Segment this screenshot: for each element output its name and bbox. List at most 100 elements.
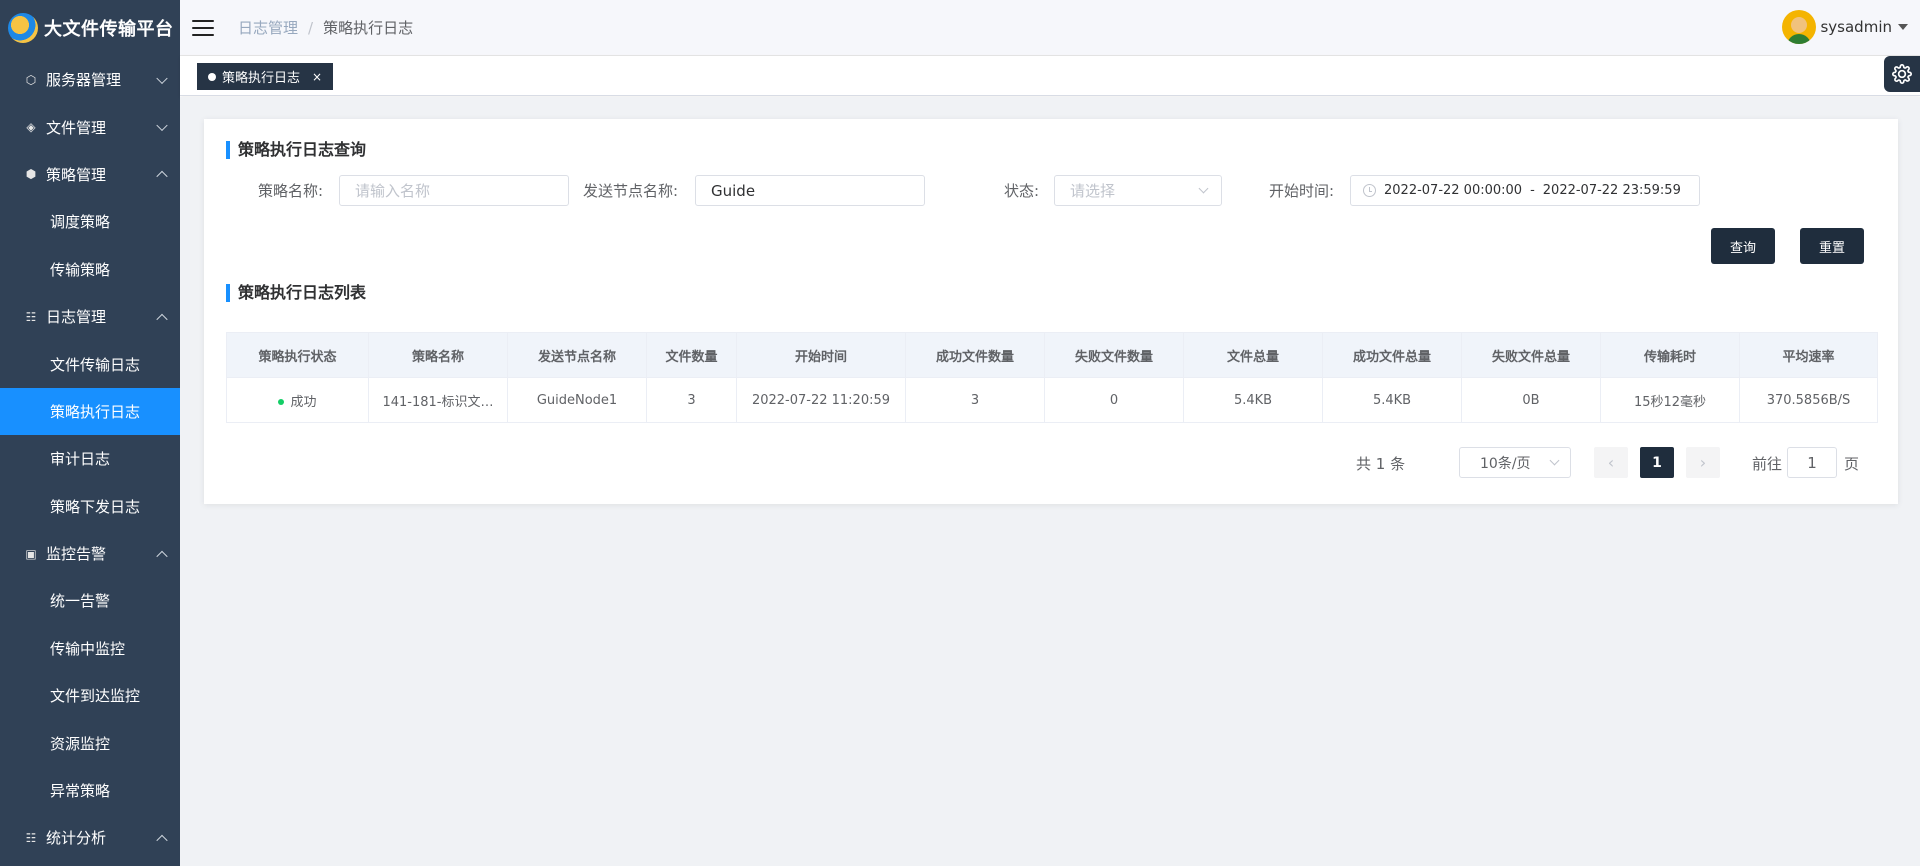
column-header: 策略名称 [368,332,508,378]
column-header: 失败文件总量 [1461,332,1601,378]
sidebar: 大文件传输平台 ⬡ 服务器管理 ◈ 文件管理 ⬢ 策略管理 调度策略传输策略 ☷ 日志管理 文件传… [0,0,180,866]
table-cell: 5.4KB [1183,377,1323,423]
status-select-value: 请选择 [1070,182,1116,200]
gear-icon [1892,64,1912,84]
page-size-select[interactable]: 10条/页 [1459,447,1571,478]
hamburger-icon[interactable] [192,19,214,36]
layers-icon: ◈ [26,120,36,135]
sidebar-item-7[interactable]: 策略执行日志 [0,387,180,436]
sidebar-item-14[interactable]: 资源监控 [0,719,180,766]
tags-view: 策略执行日志 × [180,56,1920,96]
policy-name-input[interactable]: 请输入名称 [339,175,569,206]
sidebar-item-8[interactable]: 审计日志 [0,435,180,482]
sidebar-item-6[interactable]: 文件传输日志 [0,340,180,387]
column-header: 失败文件数量 [1044,332,1184,378]
settings-button[interactable] [1884,56,1920,92]
table-cell: 5.4KB [1322,377,1462,423]
sidebar-item-11[interactable]: 统一告警 [0,577,180,624]
chevron-up-icon [156,550,168,562]
close-icon[interactable]: × [312,70,322,84]
sidebar-item-label: 服务器管理 [46,71,122,90]
table-cell: 0B [1461,377,1601,423]
sidebar-item-label: 统计分析 [46,829,107,848]
table-cell: 0 [1044,377,1184,423]
node-name-input[interactable]: Guide [695,175,925,206]
chevron-down-icon [156,72,168,84]
page-suffix: 页 [1844,455,1860,473]
strategy-icon: ⬢ [25,167,37,182]
start-time-range-picker[interactable]: 2022-07-22 00:00:00 - 2022-07-22 23:59:5… [1350,175,1700,206]
start-time-from: 2022-07-22 00:00:00 [1384,183,1523,198]
sidebar-item-4[interactable]: 传输策略 [0,246,180,293]
table-cell: 15秒12毫秒 [1600,377,1740,423]
content-card: 策略执行日志查询 策略名称: 请输入名称 发送节点名称: Guide 状态: 请… [204,119,1898,504]
tag-strategy-exec-log[interactable]: 策略执行日志 × [197,63,334,90]
sidebar-item-12[interactable]: 传输中监控 [0,625,180,672]
page-number-current[interactable]: 1 [1640,447,1674,478]
sidebar-item-label: 日志管理 [46,308,107,327]
sidebar-item-label: 异常策略 [50,782,111,801]
sidebar-item-label: 策略执行日志 [50,402,141,421]
username[interactable]: sysadmin [1820,18,1892,36]
goto-page-input[interactable]: 1 [1787,447,1837,478]
sidebar-item-label: 传输策略 [50,260,111,279]
sidebar-item-0[interactable]: ⬡ 服务器管理 [0,56,180,103]
chevron-down-icon [1198,183,1209,194]
table-header-row: 策略执行状态 策略名称 发送节点名称 文件数量 开始时间 成功文件数量 失败文件数量 文件总量… [226,332,1878,378]
sidebar-item-label: 监控告警 [46,545,107,564]
status-select[interactable]: 请选择 [1054,175,1222,206]
table-cell: 370.5856B/S [1739,377,1878,423]
sidebar-menu: ⬡ 服务器管理 ◈ 文件管理 ⬢ 策略管理 调度策略传输策略 ☷ 日志管理 文件传输日志策略执行日… [0,56,180,862]
status-label: 状态: [1004,182,1040,200]
sidebar-item-label: 传输中监控 [50,639,126,658]
sidebar-item-label: 资源监控 [50,734,111,753]
table-cell: 2022-07-22 11:20:59 [736,377,906,423]
next-page-button[interactable]: › [1686,447,1720,478]
navbar: 日志管理 / 策略执行日志 sysadmin [180,0,1920,56]
date-range-separator: - [1530,183,1535,198]
user-menu[interactable]: sysadmin [1782,10,1908,44]
column-header: 文件数量 [646,332,737,378]
breadcrumb: 日志管理 / 策略执行日志 [238,17,413,38]
sidebar-item-2[interactable]: ⬢ 策略管理 [0,151,180,198]
server-icon: ⬡ [25,72,37,87]
clock-icon [1363,184,1376,197]
column-header: 成功文件总量 [1322,332,1462,378]
policy-name-label: 策略名称: [258,182,324,200]
chevron-up-icon [156,171,168,183]
search-section-title: 策略执行日志查询 [226,141,366,159]
sidebar-item-label: 策略下发日志 [50,497,141,516]
app-main: 策略执行日志查询 策略名称: 请输入名称 发送节点名称: Guide 状态: 请… [180,97,1920,866]
sidebar-item-13[interactable]: 文件到达监控 [0,672,180,719]
avatar[interactable] [1782,10,1817,44]
caret-down-icon[interactable] [1898,24,1908,30]
tag-label: 策略执行日志 [222,71,301,86]
brand: 大文件传输平台 [0,0,180,56]
breadcrumb-current: 策略执行日志 [323,19,414,37]
column-header: 传输耗时 [1600,332,1740,378]
pagination-total: 共 1 条 [1356,455,1406,473]
query-button[interactable]: 查询 [1711,228,1775,264]
prev-page-button[interactable]: ‹ [1594,447,1628,478]
start-time-label: 开始时间: [1269,182,1335,200]
log-table: 策略执行状态 策略名称 发送节点名称 文件数量 开始时间 成功文件数量 失败文件数量 文件总量… [226,332,1878,423]
sidebar-item-10[interactable]: ▣ 监控告警 [0,530,180,577]
page-size-value: 10条/页 [1480,455,1531,472]
sidebar-item-15[interactable]: 异常策略 [0,767,180,814]
sidebar-item-9[interactable]: 策略下发日志 [0,483,180,530]
column-header: 开始时间 [736,332,906,378]
sidebar-item-3[interactable]: 调度策略 [0,198,180,245]
breadcrumb-item[interactable]: 日志管理 [238,17,298,38]
chevron-down-icon [156,119,168,132]
sidebar-item-label: 文件到达监控 [50,687,141,706]
sidebar-item-5[interactable]: ☷ 日志管理 [0,293,180,340]
table-row: 成功 141-181-标识文… GuideNode1 3 2022-07-22 11:2… [226,377,1878,423]
column-header: 策略执行状态 [226,332,369,378]
sidebar-item-label: 统一告警 [50,592,111,611]
sidebar-item-16[interactable]: ☷ 统计分析 [0,814,180,861]
goto-label: 前往 [1752,455,1783,473]
reset-button[interactable]: 重置 [1800,228,1864,264]
table-cell: 3 [646,377,737,423]
sidebar-item-1[interactable]: ◈ 文件管理 [0,103,180,150]
table-cell: 3 [905,377,1045,423]
